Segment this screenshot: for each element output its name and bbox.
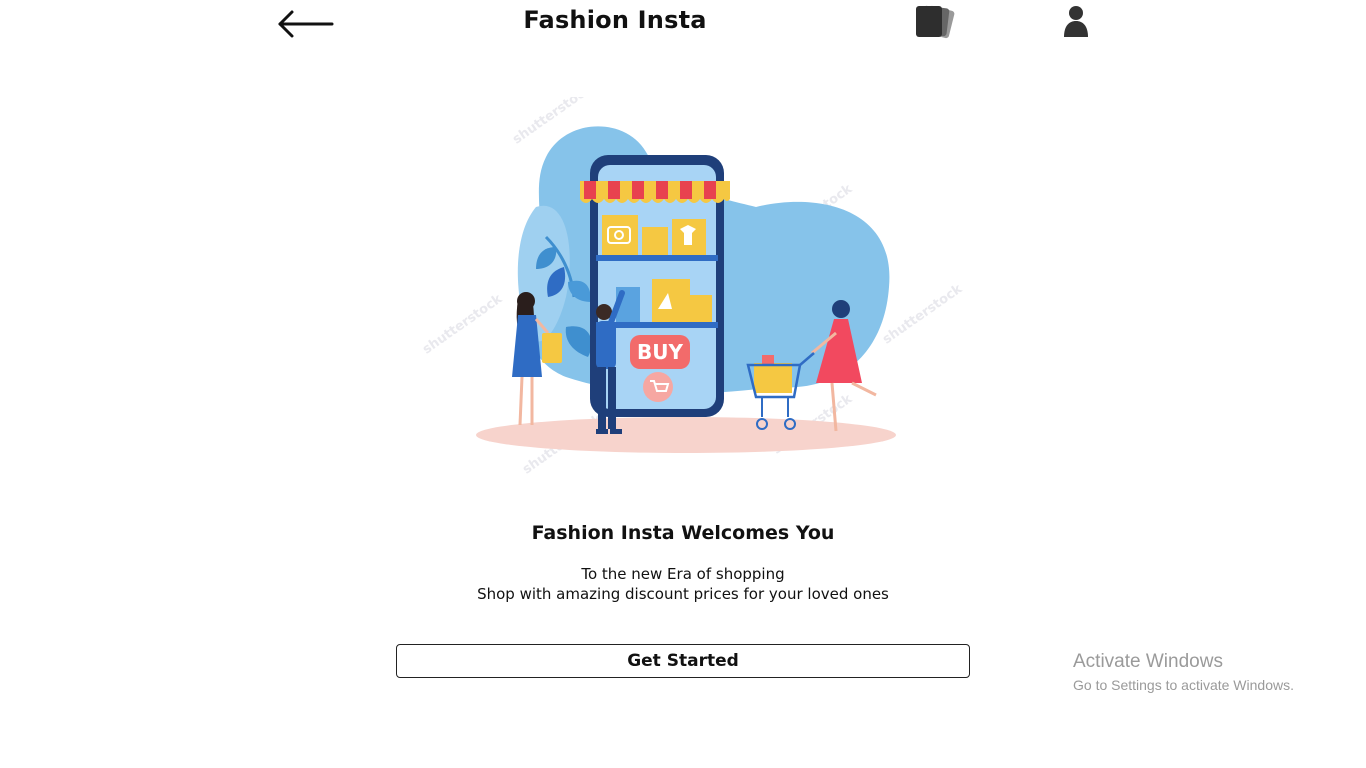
shop-awning xyxy=(580,181,730,203)
welcome-line-1: To the new Era of shopping xyxy=(581,565,785,583)
page-title: Fashion Insta xyxy=(523,6,707,34)
user-icon xyxy=(1064,6,1088,37)
windows-activation-notice: Activate Windows Go to Settings to activ… xyxy=(1073,650,1294,696)
activation-subtitle: Go to Settings to activate Windows. xyxy=(1073,677,1294,693)
activation-title: Activate Windows xyxy=(1073,651,1223,672)
cards-button[interactable] xyxy=(912,2,956,42)
buy-label: BUY xyxy=(637,340,683,364)
welcome-subtitle: To the new Era of shopping Shop with ama… xyxy=(0,564,1366,604)
welcome-title: Fashion Insta Welcomes You xyxy=(531,522,835,544)
welcome-line-2: Shop with amazing discount prices for yo… xyxy=(477,585,889,603)
get-started-button[interactable]: Get Started xyxy=(396,644,970,678)
shopping-illustration: BUY xyxy=(476,126,896,453)
cards-stack-icon xyxy=(916,5,955,39)
profile-button[interactable] xyxy=(1060,4,1092,40)
hero-illustration: shutterstock shutterstock shutterstock s… xyxy=(396,97,970,512)
app-screen: Fashion Insta shutterstock shutterstock … xyxy=(0,0,1366,768)
